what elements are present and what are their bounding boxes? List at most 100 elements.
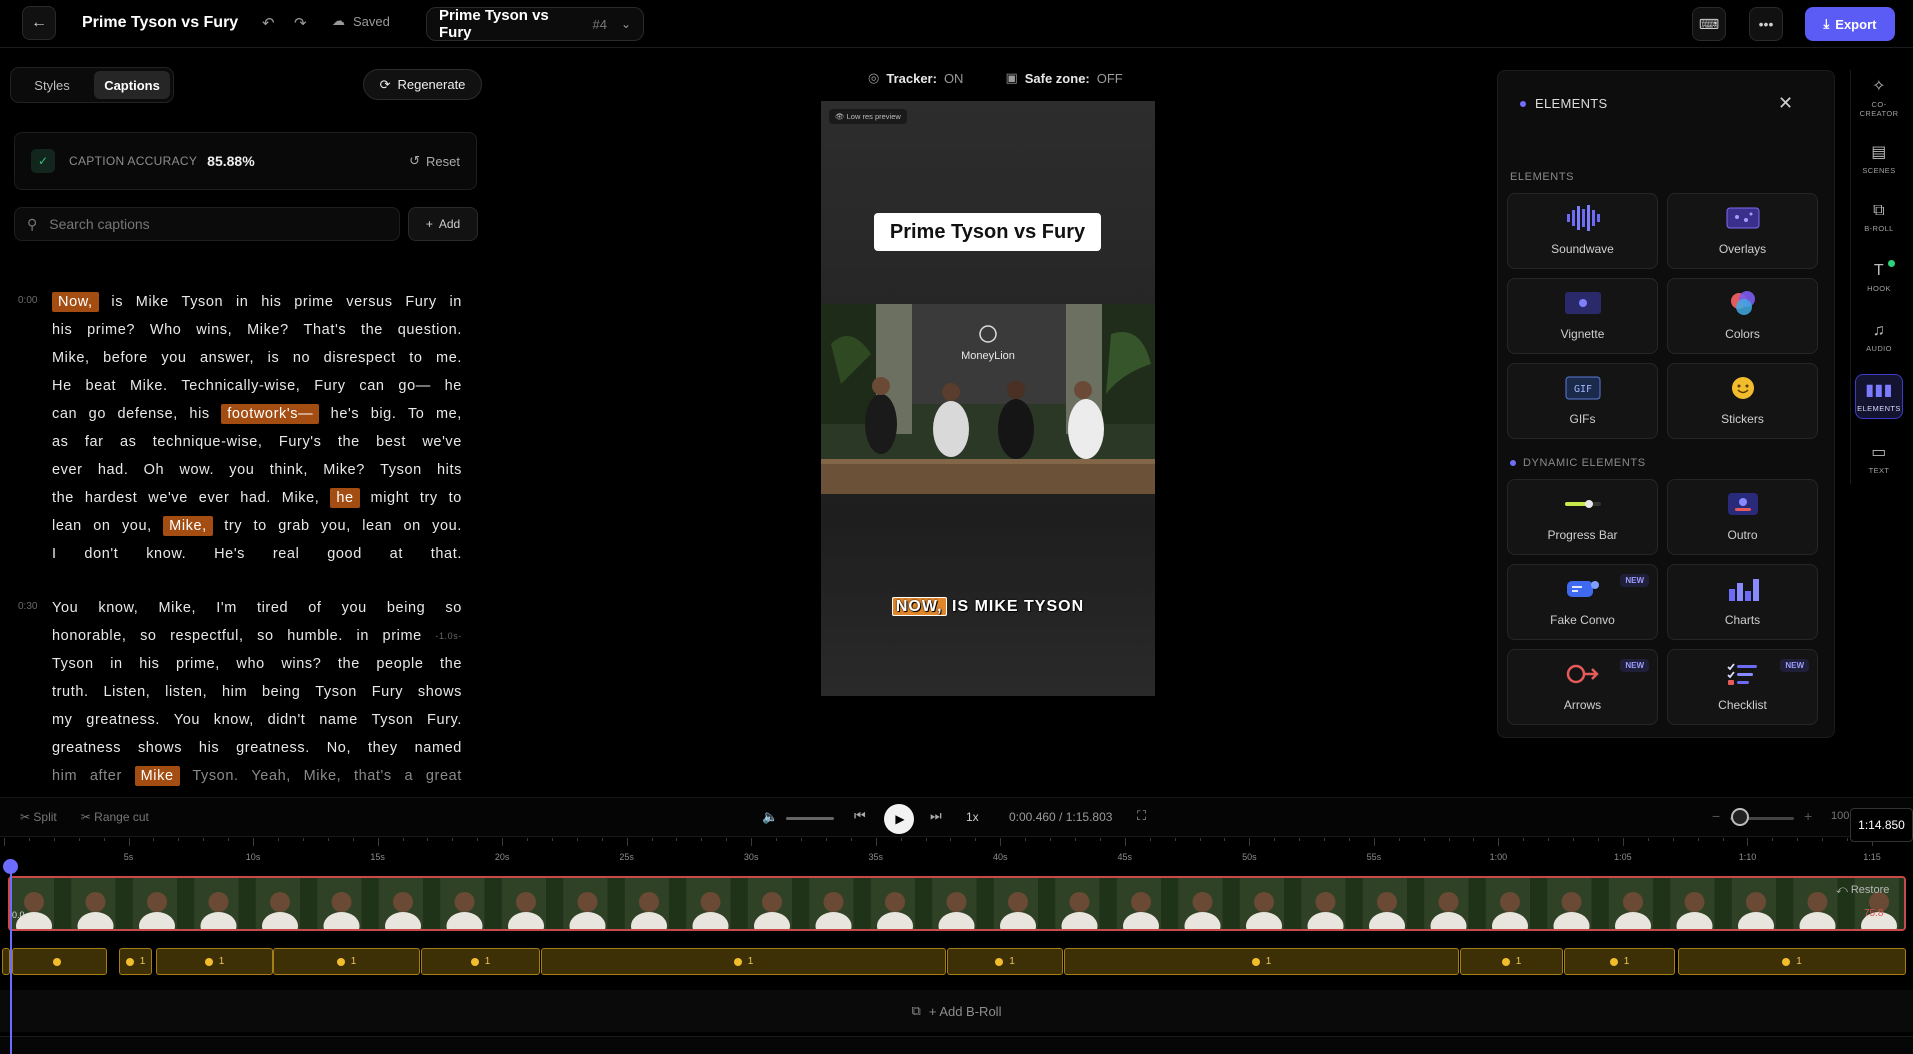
split-button[interactable]: ✂ Split (20, 810, 57, 824)
caption-word[interactable]: greatness. (86, 712, 160, 728)
caption-word[interactable]: to (409, 350, 422, 366)
caption-word[interactable]: good (327, 546, 362, 562)
regenerate-button[interactable]: ⟳ Regenerate (363, 69, 482, 100)
caption-word[interactable]: Yeah, (251, 768, 291, 784)
caption-segment[interactable]: 1 (947, 948, 1063, 975)
caption-word[interactable]: in (236, 294, 249, 310)
caption-word[interactable]: after (90, 768, 122, 784)
caption-word[interactable]: no (293, 350, 310, 366)
caption-word[interactable]: Now, (52, 292, 99, 312)
caption-word[interactable]: He (52, 378, 72, 394)
caption-word[interactable]: beat (86, 378, 117, 394)
zoom-in-icon[interactable]: + (1804, 808, 1812, 824)
caption-word[interactable]: being (262, 684, 300, 700)
redo-icon[interactable]: ↷ (294, 14, 307, 32)
play-button[interactable]: ▶ (884, 804, 914, 834)
reset-button[interactable]: ↺ Reset (409, 153, 460, 169)
caption-word[interactable]: Mike, (52, 350, 90, 366)
rail-text[interactable]: ▭ TEXT (1855, 442, 1903, 475)
caption-word[interactable]: me, (436, 406, 462, 422)
caption-word[interactable]: Tyson. (192, 768, 238, 784)
caption-word[interactable]: Tyson (372, 712, 414, 728)
caption-word[interactable]: me. (436, 350, 462, 366)
caption-word[interactable]: you (229, 462, 254, 478)
caption-word[interactable]: lean (52, 518, 82, 534)
caption-word[interactable]: we've (422, 434, 462, 450)
rail-elements[interactable]: ▮▮▮ ELEMENTS (1855, 374, 1903, 419)
caption-word[interactable]: you (342, 600, 367, 616)
element-gifs[interactable]: GIF GIFs (1507, 363, 1658, 439)
caption-word[interactable]: Who (150, 322, 182, 338)
caption-word[interactable]: truth. (52, 684, 89, 700)
add-caption-button[interactable]: + Add (408, 207, 478, 241)
caption-word[interactable]: hardest (85, 490, 138, 506)
caption-word[interactable]: in (357, 628, 370, 644)
caption-word[interactable]: that. (431, 546, 462, 562)
caption-word[interactable]: versus (346, 294, 392, 310)
caption-word[interactable]: didn't (268, 712, 306, 728)
caption-word[interactable]: you (161, 350, 186, 366)
safe-zone-toggle[interactable]: ▣ Safe zone: OFF (1005, 70, 1122, 86)
volume-icon[interactable]: 🔈 (762, 809, 778, 825)
caption-word[interactable]: You (174, 712, 200, 728)
caption-word[interactable]: best (376, 434, 406, 450)
caption-word[interactable]: lean (362, 518, 392, 534)
caption-word[interactable]: as (52, 434, 69, 450)
caption-segment[interactable]: 1 (156, 948, 273, 975)
caption-word[interactable]: can (359, 378, 384, 394)
more-button[interactable]: ••• (1749, 7, 1783, 41)
caption-word[interactable]: Oh (144, 462, 165, 478)
caption-segment[interactable]: 1 (1678, 948, 1906, 975)
caption-word[interactable]: prime (383, 628, 422, 644)
element-arrows[interactable]: NEW Arrows (1507, 649, 1658, 725)
caption-word[interactable]: think, (270, 462, 308, 478)
caption-word[interactable]: had. (98, 462, 129, 478)
element-colors[interactable]: Colors (1667, 278, 1818, 354)
caption-word[interactable]: Fury (405, 294, 436, 310)
caption-word[interactable]: the (440, 656, 462, 672)
caption-word[interactable]: great (426, 768, 462, 784)
caption-word[interactable]: Mike. (130, 378, 168, 394)
caption-word[interactable]: No, (327, 740, 351, 756)
caption-word[interactable]: in (449, 294, 462, 310)
caption-segment[interactable]: 1 (1564, 948, 1675, 975)
caption-word[interactable]: on (93, 518, 110, 534)
export-button[interactable]: ⤓ Export (1805, 7, 1895, 41)
caption-word[interactable]: being (387, 600, 425, 616)
caption-segment[interactable]: 1 (541, 948, 946, 975)
caption-segment[interactable]: 1 (273, 948, 420, 975)
caption-word[interactable]: Tyson (52, 656, 94, 672)
caption-word[interactable]: is (268, 350, 280, 366)
caption-word[interactable]: technique-wise, (153, 434, 263, 450)
caption-word[interactable]: grab (278, 518, 309, 534)
close-icon[interactable]: ✕ (1778, 93, 1793, 114)
caption-word[interactable]: in (110, 656, 123, 672)
caption-word[interactable]: might (371, 490, 409, 506)
caption-word[interactable]: at (390, 546, 403, 562)
caption-word[interactable]: prime (294, 294, 333, 310)
caption-word[interactable]: his (139, 656, 159, 672)
restore-button[interactable]: ⤺ Restore (1836, 884, 1889, 897)
caption-word[interactable]: you, (122, 518, 152, 534)
caption-word[interactable]: wow. (179, 462, 214, 478)
caption-word[interactable]: That's (304, 322, 347, 338)
timeline-ruler[interactable]: 5s 10s 15s 20s 25s 30s 35s 40s 45s 50s 55s 1:00 1:05… (0, 838, 1913, 876)
caption-word[interactable]: far (85, 434, 104, 450)
caption-word[interactable]: wins? (281, 656, 321, 672)
caption-word[interactable]: go— (398, 378, 430, 394)
caption-word[interactable]: he (445, 378, 462, 394)
caption-word[interactable]: he's (331, 406, 360, 422)
caption-timestamp[interactable]: 0:30 (18, 601, 37, 612)
project-select[interactable]: Prime Tyson vs Fury #4 ⌄ (426, 7, 644, 41)
caption-word[interactable]: Mike (134, 766, 180, 786)
caption-word[interactable]: so (445, 600, 462, 616)
caption-word[interactable]: Fury's (279, 434, 322, 450)
caption-segment[interactable]: 1 (119, 948, 152, 975)
caption-word[interactable]: I (52, 546, 57, 562)
caption-word[interactable]: you, (321, 518, 351, 534)
caption-word[interactable]: people (376, 656, 423, 672)
element-charts[interactable]: Charts (1667, 564, 1818, 640)
caption-segment[interactable]: 1 (1460, 948, 1563, 975)
caption-word[interactable]: Fury (314, 378, 345, 394)
caption-word[interactable]: on (403, 518, 420, 534)
